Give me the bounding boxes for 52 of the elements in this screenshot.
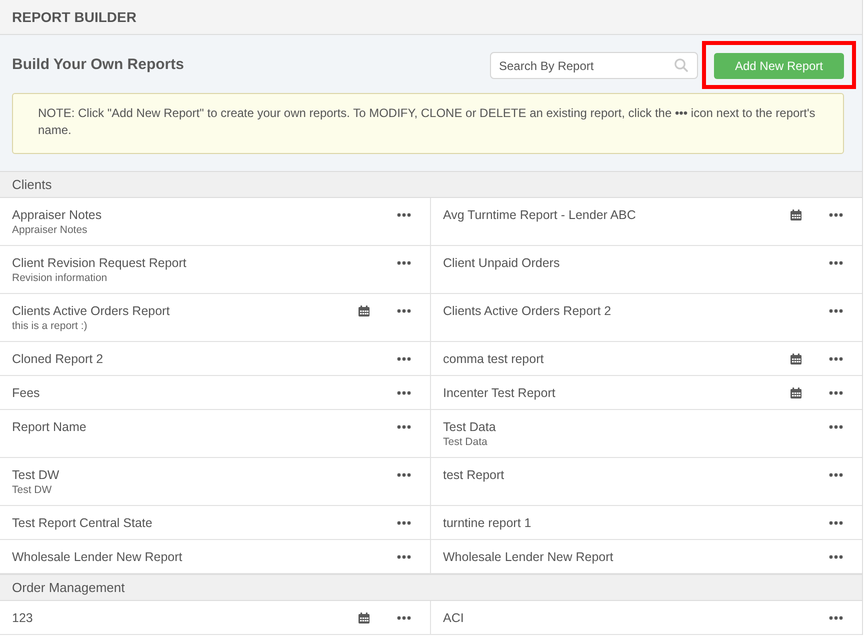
ellipsis-icon[interactable] [829, 213, 843, 217]
page-title: REPORT BUILDER [12, 8, 136, 26]
report-name[interactable]: Clients Active Orders Report 2 [443, 303, 612, 319]
note-text: NOTE: Click "Add New Report" to create your own reports. To MODIFY, CLONE or DELETE an existing report, click the ••• icon next to the report's name. [38, 105, 816, 139]
ellipsis-icon[interactable] [397, 357, 411, 361]
ellipsis-icon[interactable] [397, 261, 411, 265]
ellipsis-icon[interactable] [829, 425, 843, 429]
ellipsis-icon[interactable] [397, 391, 411, 395]
report-name[interactable]: Client Unpaid Orders [443, 255, 560, 271]
report-name[interactable]: turntine report 1 [443, 515, 532, 531]
report-name[interactable]: Clients Active Orders Report [12, 303, 170, 319]
report-description: Revision information [12, 271, 108, 285]
report-name[interactable]: comma test report [443, 351, 544, 367]
section-header: Order Management [0, 574, 862, 601]
report-description: this is a report :) [12, 319, 88, 333]
ellipsis-icon[interactable] [397, 616, 411, 620]
report-name[interactable]: Test DW [12, 467, 60, 483]
report-name[interactable]: Avg Turntime Report - Lender ABC [443, 207, 636, 223]
ellipsis-icon[interactable] [829, 473, 843, 477]
ellipsis-icon[interactable] [397, 309, 411, 313]
ellipsis-icon[interactable] [829, 616, 843, 620]
ellipsis-icon[interactable] [397, 473, 411, 477]
search-field[interactable]: Search By Report [490, 52, 698, 79]
section-header: Clients [0, 171, 862, 198]
ellipsis-icon[interactable] [397, 555, 411, 559]
report-name[interactable]: Fees [12, 385, 40, 401]
ellipsis-icon[interactable] [829, 357, 843, 361]
ellipsis-icon[interactable] [397, 521, 411, 525]
report-description: Appraiser Notes [12, 223, 88, 237]
report-name[interactable]: Incenter Test Report [443, 385, 556, 401]
ellipsis-icon[interactable] [829, 555, 843, 559]
report-name[interactable]: Client Revision Request Report [12, 255, 186, 271]
report-name[interactable]: Cloned Report 2 [12, 351, 104, 367]
ellipsis-icon[interactable] [397, 213, 411, 217]
report-name[interactable]: Test Data [443, 419, 496, 435]
report-description: Test Data [443, 435, 488, 449]
report-name[interactable]: Report Name [12, 419, 86, 435]
report-name[interactable]: Test Report Central State [12, 515, 152, 531]
ellipsis-icon[interactable] [829, 391, 843, 395]
report-name[interactable]: 123 [12, 610, 33, 626]
ellipsis-icon[interactable] [397, 425, 411, 429]
report-name[interactable]: test Report [443, 467, 504, 483]
report-name[interactable]: ACI [443, 610, 464, 626]
report-name[interactable]: Appraiser Notes [12, 207, 102, 223]
ellipsis-icon[interactable] [829, 521, 843, 525]
page-heading: Build Your Own Reports [12, 55, 184, 76]
search-icon [674, 58, 688, 72]
report-name[interactable]: Wholesale Lender New Report [12, 549, 182, 565]
ellipsis-icon[interactable] [829, 261, 843, 265]
report-description: Test DW [12, 483, 52, 497]
ellipsis-icon[interactable] [829, 309, 843, 313]
report-name[interactable]: Wholesale Lender New Report [443, 549, 614, 565]
